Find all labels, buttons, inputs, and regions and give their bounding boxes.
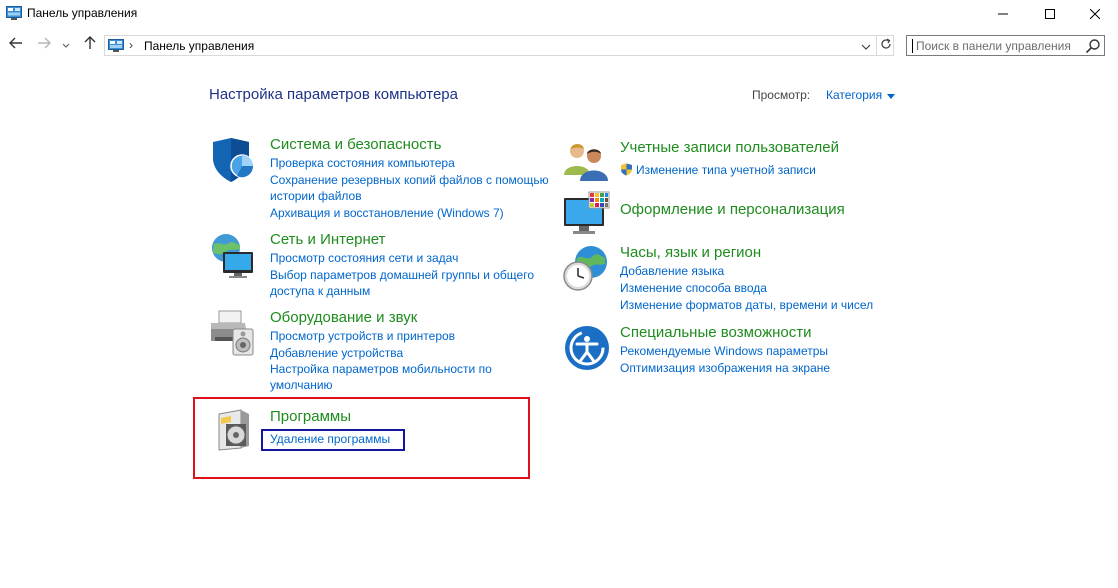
category-network-internet: Сеть и Интернет Просмотр состояния сети …	[209, 231, 549, 301]
shield-icon[interactable]	[209, 136, 257, 184]
link-recommended-settings[interactable]: Рекомендуемые Windows параметры	[620, 343, 828, 359]
link-mobility-settings-cont[interactable]: умолчанию	[270, 377, 333, 393]
title-bar: Панель управления	[0, 0, 1118, 27]
maximize-button[interactable]	[1027, 0, 1073, 27]
control-panel-icon	[6, 6, 22, 20]
uac-shield-icon	[620, 163, 633, 180]
clock-globe-icon[interactable]	[563, 244, 611, 292]
up-button[interactable]	[81, 35, 99, 55]
link-check-computer-status[interactable]: Проверка состояния компьютера	[270, 155, 455, 171]
category-hardware-sound: Оборудование и звук Просмотр устройств и…	[209, 309, 549, 394]
category-user-accounts: Учетные записи пользователей Изменение т…	[563, 139, 893, 189]
dropdown-arrow-icon	[887, 88, 896, 102]
breadcrumb[interactable]: Панель управления	[144, 39, 254, 53]
link-change-date-time-formats[interactable]: Изменение форматов даты, времени и чисел	[620, 297, 873, 313]
display-palette-icon[interactable]	[563, 190, 611, 238]
link-optimize-visual-display[interactable]: Оптимизация изображения на экране	[620, 360, 830, 376]
accessibility-icon[interactable]	[563, 324, 611, 372]
back-button[interactable]	[7, 36, 25, 54]
breadcrumb-separator[interactable]: ›	[129, 38, 133, 52]
category-appearance: Оформление и персонализация	[563, 190, 893, 238]
network-globe-icon[interactable]	[209, 231, 257, 279]
link-file-history-backup-cont[interactable]: истории файлов	[270, 188, 362, 204]
category-title-access[interactable]: Специальные возможности	[620, 324, 812, 341]
link-change-input-method[interactable]: Изменение способа ввода	[620, 280, 767, 296]
link-backup-restore[interactable]: Архивация и восстановление (Windows 7)	[270, 205, 504, 221]
up-arrow-icon	[84, 35, 96, 55]
category-title-hardware[interactable]: Оборудование и звук	[270, 309, 417, 326]
view-by-dropdown[interactable]: Категория	[826, 88, 896, 102]
window-title: Панель управления	[27, 6, 138, 20]
highlight-uninstall-link-box	[261, 429, 405, 451]
address-history-button[interactable]	[857, 36, 875, 55]
view-by-label: Просмотр:	[752, 88, 811, 102]
chevron-down-icon	[861, 37, 871, 55]
view-by-value[interactable]: Категория	[826, 88, 882, 102]
link-homegroup-sharing[interactable]: Выбор параметров домашней группы и общег…	[270, 267, 534, 283]
link-mobility-settings[interactable]: Настройка параметров мобильности по	[270, 361, 492, 377]
search-icon[interactable]	[1085, 38, 1101, 54]
category-title-network[interactable]: Сеть и Интернет	[270, 231, 386, 248]
forward-button[interactable]	[35, 36, 53, 54]
refresh-button[interactable]	[876, 36, 894, 55]
chevron-down-icon	[62, 36, 70, 54]
users-icon[interactable]	[563, 139, 611, 187]
minimize-icon	[998, 9, 1008, 19]
page-title: Настройка параметров компьютера	[209, 86, 458, 103]
category-title-clock[interactable]: Часы, язык и регион	[620, 244, 761, 261]
search-placeholder: Поиск в панели управления	[916, 39, 1071, 53]
recent-locations-button[interactable]	[60, 36, 72, 54]
link-homegroup-sharing-cont[interactable]: доступа к данным	[270, 283, 370, 299]
link-devices-printers[interactable]: Просмотр устройств и принтеров	[270, 328, 455, 344]
address-bar[interactable]: › Панель управления	[104, 35, 894, 56]
close-button[interactable]	[1072, 0, 1118, 27]
back-arrow-icon	[9, 36, 23, 54]
category-system-security: Система и безопасность Проверка состояни…	[209, 136, 549, 226]
control-panel-icon	[108, 39, 124, 52]
forward-arrow-icon	[37, 36, 51, 54]
link-network-status[interactable]: Просмотр состояния сети и задач	[270, 250, 458, 266]
refresh-icon	[880, 37, 892, 55]
minimize-button[interactable]	[980, 0, 1026, 27]
link-change-account-type[interactable]: Изменение типа учетной записи	[620, 162, 816, 180]
link-add-device[interactable]: Добавление устройства	[270, 345, 403, 361]
category-clock-language-region: Часы, язык и регион Добавление языка Изм…	[563, 244, 893, 314]
link-add-language[interactable]: Добавление языка	[620, 263, 724, 279]
category-ease-of-access: Специальные возможности Рекомендуемые Wi…	[563, 324, 893, 379]
text-cursor	[912, 39, 913, 53]
category-title-accounts[interactable]: Учетные записи пользователей	[620, 139, 839, 156]
close-icon	[1090, 8, 1100, 19]
printer-speaker-icon[interactable]	[209, 309, 257, 357]
category-title-appearance[interactable]: Оформление и персонализация	[620, 201, 845, 218]
category-title-system[interactable]: Система и безопасность	[270, 136, 441, 153]
link-file-history-backup[interactable]: Сохранение резервных копий файлов с помо…	[270, 172, 549, 188]
search-input[interactable]: Поиск в панели управления	[906, 35, 1105, 56]
link-change-account-type-label[interactable]: Изменение типа учетной записи	[636, 163, 816, 177]
maximize-icon	[1045, 8, 1055, 19]
